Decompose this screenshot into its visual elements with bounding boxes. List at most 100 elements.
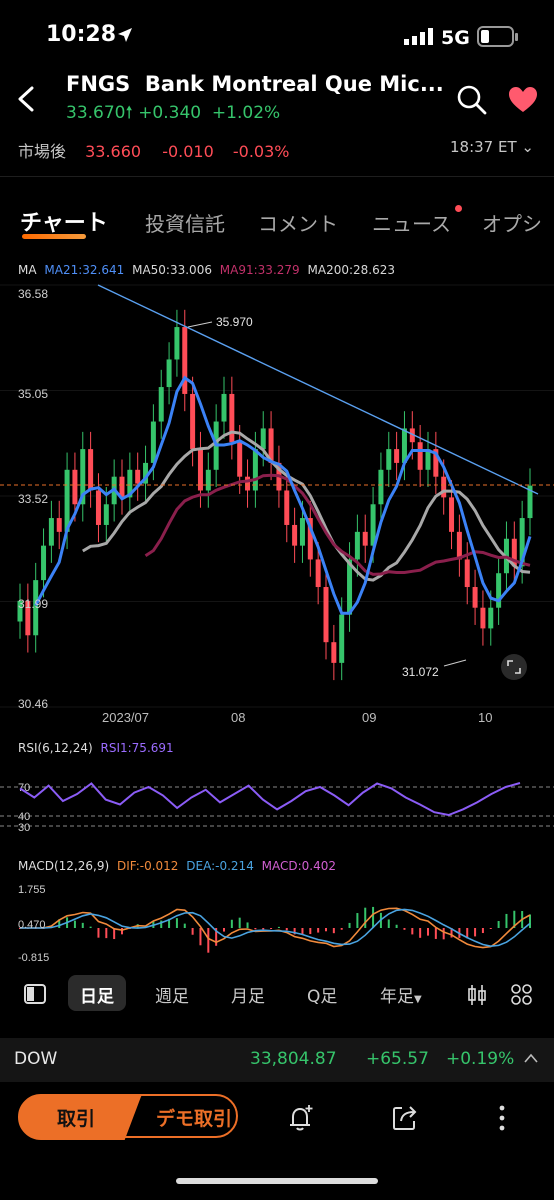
chevron-down-icon: ⌄ (521, 138, 534, 156)
price-alert-bell-icon[interactable] (286, 1103, 316, 1133)
symbol: FNGS (66, 72, 131, 96)
candle-body (88, 449, 94, 491)
period-monthly[interactable]: 月足 (231, 982, 265, 1007)
macd-histogram-bar (277, 926, 280, 928)
sidebar-toggle-icon[interactable] (24, 984, 46, 1004)
macd-histogram-bar (207, 928, 210, 953)
index-change: +65.57 (366, 1049, 429, 1069)
battery-icon (477, 26, 518, 47)
candle-body (56, 518, 62, 532)
macd-histogram-bar (340, 928, 343, 930)
page-title: FNGS Bank Montreal Que Mic... (66, 72, 444, 96)
news-badge-dot (455, 205, 462, 212)
period-yearly[interactable]: 年足▼ (380, 982, 422, 1007)
tab-funds[interactable]: 投資信託 (145, 208, 225, 237)
date-axis-label: 08 (231, 710, 245, 725)
macd-histogram-bar (489, 928, 492, 929)
macd-histogram-bar (529, 914, 531, 928)
macd-histogram-bar (332, 928, 335, 934)
search-icon[interactable] (456, 84, 488, 116)
candle-body (221, 393, 227, 422)
ma21-value: MA21:32.641 (44, 263, 125, 277)
macd-histogram-bar (387, 919, 390, 928)
macd-histogram-bar (419, 928, 422, 938)
candle-body (354, 531, 360, 560)
active-tab-indicator (22, 234, 86, 239)
ma200-value: MA200:28.623 (307, 263, 396, 277)
rsi-legend: RSI(6,12,24) RSI1:75.691 (18, 741, 174, 755)
macd-histogram-bar (356, 913, 359, 928)
candle-body (245, 476, 251, 491)
share-icon[interactable] (390, 1103, 420, 1133)
macd-histogram-bar (73, 920, 76, 928)
candle-body (331, 642, 337, 663)
chevron-up-icon (524, 1053, 538, 1063)
candle-body (166, 359, 172, 388)
candle-body (72, 469, 78, 505)
low-annotation: 31.072 (402, 665, 439, 679)
candle-body (456, 531, 462, 560)
macd-histogram-bar (497, 921, 500, 928)
macd-histogram-bar (317, 928, 320, 933)
favorite-heart-icon[interactable] (508, 86, 538, 114)
back-arrow-icon[interactable] (16, 86, 38, 112)
tab-options[interactable]: オプシ (482, 208, 542, 237)
security-name: Bank Montreal Que Mic... (144, 72, 444, 96)
candle-body (480, 607, 486, 629)
macd-histogram-bar (309, 928, 312, 935)
candle-body (299, 518, 305, 546)
period-weekly[interactable]: 週足 (155, 982, 189, 1007)
macd-histogram-bar (301, 928, 304, 935)
ma91-value: MA91:33.279 (219, 263, 300, 277)
index-change-pct: +0.19% (446, 1049, 515, 1069)
grid-menu-icon[interactable] (511, 984, 533, 1006)
period-quarterly[interactable]: Q足 (307, 982, 337, 1007)
candle-body (190, 393, 196, 450)
macd-histogram-bar (427, 928, 429, 936)
macd-histogram-bar (285, 928, 288, 931)
after-hours-price: 33.660 (85, 142, 142, 161)
macd-histogram-bar (223, 928, 225, 932)
candle-body (315, 559, 321, 588)
candle-style-icon[interactable] (466, 984, 488, 1006)
price-axis-label: 36.58 (18, 287, 48, 301)
macd-histogram-bar (262, 928, 265, 930)
index-ticker-bar[interactable]: DOW 33,804.87 +65.57 +0.19% (0, 1038, 554, 1082)
candlestick-chart[interactable]: 36.58 35.05 33.52 31.99 30.46 35.970 31.… (0, 282, 554, 740)
status-time: 10:28 (46, 22, 117, 47)
up-arrow-icon: 🠕 (125, 103, 133, 123)
price-change: +0.340 (138, 103, 202, 123)
dif-line (20, 907, 531, 949)
index-name: DOW (14, 1049, 58, 1069)
candle-body (417, 442, 423, 470)
macd-axis-label: 1.755 (18, 884, 46, 896)
period-daily[interactable]: 日足 (80, 982, 114, 1007)
candle-body (441, 476, 447, 498)
after-hours-row: 市場後 33.660 -0.010 -0.03% (18, 138, 289, 162)
macd-histogram-bar (89, 926, 92, 928)
macd-histogram-bar (364, 907, 367, 928)
ma-legend: MA MA21:32.641 MA50:33.006 MA91:33.279 M… (18, 263, 395, 277)
macd-histogram-bar (254, 928, 257, 930)
after-hours-time: 18:37 ET ⌄ (450, 138, 534, 156)
ma50-value: MA50:33.006 (132, 263, 212, 277)
ma91-line (144, 473, 531, 576)
macd-histogram-bar (434, 928, 437, 939)
tab-comments[interactable]: コメント (258, 208, 338, 237)
macd-histogram-bar (183, 923, 186, 928)
rsi-level-label: 30 (18, 822, 30, 834)
macd-histogram-bar (411, 928, 414, 935)
candle-body (339, 614, 345, 663)
candle-body (323, 587, 329, 643)
tab-news[interactable]: ニュース (372, 208, 451, 237)
fullscreen-expand-icon[interactable] (501, 654, 527, 680)
macd-histogram-bar (105, 928, 108, 939)
more-options-icon[interactable] (496, 1103, 508, 1133)
candle-body (205, 469, 211, 491)
candle-body (95, 490, 101, 525)
price-axis-label: 35.05 (18, 387, 48, 401)
demo-trade-button[interactable]: デモ取引 (120, 1094, 238, 1138)
low-annotation-line (443, 659, 467, 667)
tab-chart[interactable]: チャート (20, 205, 108, 237)
high-annotation-line (187, 321, 213, 328)
